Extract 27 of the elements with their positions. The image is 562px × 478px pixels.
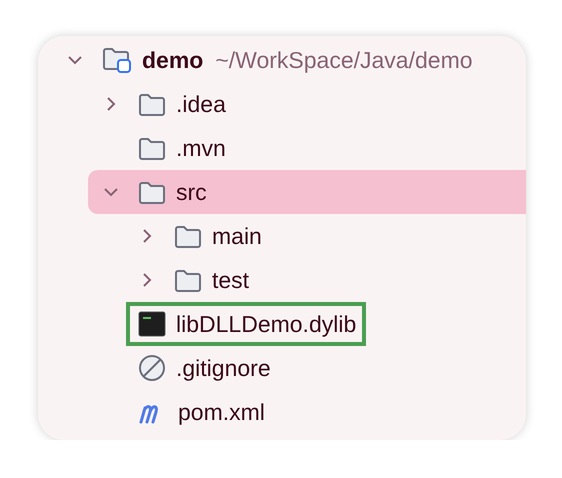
folder-icon (138, 180, 166, 204)
project-path: ~/WorkSpace/Java/demo (215, 46, 473, 75)
file-name: .mvn (176, 134, 226, 163)
tree-row[interactable]: libDLLDemo.dylib (124, 302, 526, 346)
tree-row[interactable]: pom.xml (88, 390, 526, 434)
file-name: main (212, 222, 262, 251)
tree-row[interactable]: src (88, 170, 526, 214)
file-name: test (212, 266, 250, 295)
ignore-icon (138, 354, 166, 382)
folder-icon (138, 92, 166, 116)
file-name: libDLLDemo.dylib (176, 310, 356, 339)
folder-icon (174, 268, 202, 292)
tree-row[interactable]: .gitignore (88, 346, 526, 390)
file-name: pom.xml (178, 398, 265, 427)
file-name: .idea (176, 90, 226, 119)
tree-row[interactable]: demo ~/WorkSpace/Java/demo (52, 38, 526, 82)
folder-icon (138, 136, 166, 160)
file-name: .gitignore (176, 354, 271, 383)
module-folder-icon (102, 46, 132, 74)
file-name: src (176, 178, 207, 207)
terminal-icon (138, 310, 166, 338)
tree-row[interactable]: test (124, 258, 526, 302)
tree-row[interactable]: .mvn (88, 126, 526, 170)
folder-icon (174, 224, 202, 248)
tree-row[interactable]: main (124, 214, 526, 258)
tree-row[interactable]: .idea (88, 82, 526, 126)
file-name: demo (142, 46, 204, 75)
